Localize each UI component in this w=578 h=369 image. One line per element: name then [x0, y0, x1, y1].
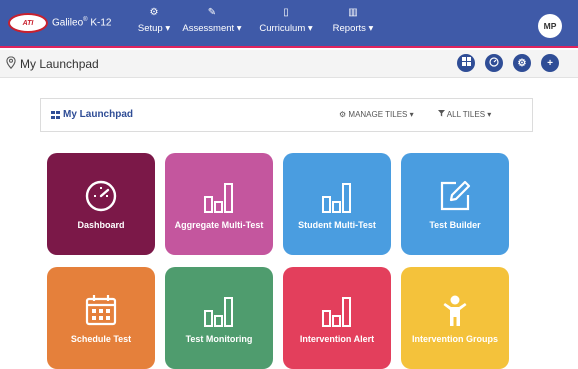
- galileo-logo[interactable]: ATI Galileo® K-12: [8, 11, 111, 35]
- tile-label: Aggregate Multi-Test: [174, 220, 264, 230]
- gear-icon: ⚙: [149, 7, 159, 18]
- nav-curriculum-label: Curriculum ▾: [259, 23, 313, 34]
- person-icon: [401, 293, 509, 327]
- bar-chart-icon: [283, 293, 391, 327]
- tile-label: Intervention Groups: [411, 334, 498, 344]
- app-name: Galileo® K-12: [52, 17, 112, 29]
- tile-label: Test Builder: [429, 220, 481, 230]
- nav-setup[interactable]: ⚙ Setup ▾: [128, 6, 180, 42]
- location-pin-icon: [6, 56, 18, 70]
- dashboard-button[interactable]: [485, 54, 503, 72]
- nav-assessment[interactable]: ✎ Assessment ▾: [180, 6, 244, 42]
- ati-logo-badge: ATI: [8, 13, 48, 33]
- gear-icon: ⚙: [339, 110, 349, 119]
- manage-tiles-label: MANAGE TILES ▾: [348, 110, 414, 119]
- manage-tiles-button[interactable]: ⚙ MANAGE TILES ▾: [339, 110, 414, 119]
- tile-test-builder[interactable]: Test Builder: [401, 153, 509, 255]
- grid-icon: [51, 110, 60, 119]
- grid-view-button[interactable]: [457, 54, 475, 72]
- page-header-bar: My Launchpad ⚙ +: [0, 50, 578, 78]
- nav-setup-label: Setup ▾: [137, 23, 171, 34]
- gear-icon: ⚙: [517, 57, 527, 69]
- tile-label: Intervention Alert: [299, 334, 375, 344]
- nav-reports-label: Reports ▾: [332, 23, 374, 34]
- tile-intervention-groups[interactable]: Intervention Groups: [401, 267, 509, 369]
- speedometer-icon: [47, 179, 155, 213]
- top-navbar: ATI Galileo® K-12 ⚙ Setup ▾ ✎ Assessment…: [0, 0, 578, 48]
- tile-intervention-alert[interactable]: Intervention Alert: [283, 267, 391, 369]
- tile-student-multi-test[interactable]: Student Multi-Test: [283, 153, 391, 255]
- plus-icon: +: [547, 57, 553, 69]
- bar-chart-icon: [283, 179, 391, 213]
- launchpad-panel-header: My Launchpad ⚙ MANAGE TILES ▾ ALL TILES …: [40, 98, 533, 132]
- user-avatar[interactable]: MP: [538, 14, 562, 38]
- filter-icon: [438, 110, 447, 119]
- tile-dashboard[interactable]: Dashboard: [47, 153, 155, 255]
- speedometer-icon: [489, 56, 499, 70]
- nav-reports[interactable]: ▥ Reports ▾: [328, 6, 378, 42]
- bar-chart-icon: [165, 179, 273, 213]
- edit-icon: ✎: [207, 7, 217, 18]
- bar-chart-icon: [165, 293, 273, 327]
- all-tiles-filter[interactable]: ALL TILES ▾: [438, 110, 491, 119]
- tile-schedule-test[interactable]: Schedule Test: [47, 267, 155, 369]
- add-button[interactable]: +: [541, 54, 559, 72]
- book-icon: ▯: [283, 7, 289, 18]
- bar-chart-icon: ▥: [348, 7, 358, 18]
- page-title: My Launchpad: [20, 57, 99, 71]
- grid-icon: [461, 57, 471, 69]
- tile-aggregate-multi-test[interactable]: Aggregate Multi-Test: [165, 153, 273, 255]
- tile-label: Student Multi-Test: [298, 220, 376, 230]
- tile-label: Test Monitoring: [185, 334, 253, 344]
- nav-accent-line: [0, 46, 578, 48]
- settings-button[interactable]: ⚙: [513, 54, 531, 72]
- panel-title: My Launchpad: [51, 109, 133, 120]
- tile-label: Dashboard: [77, 220, 125, 230]
- calendar-icon: [47, 293, 155, 327]
- tile-label: Schedule Test: [70, 334, 132, 344]
- nav-assessment-label: Assessment ▾: [182, 23, 242, 34]
- edit-icon: [401, 179, 509, 213]
- all-tiles-label: ALL TILES ▾: [446, 110, 492, 119]
- nav-curriculum[interactable]: ▯ Curriculum ▾: [256, 6, 316, 42]
- panel-title-label: My Launchpad: [63, 109, 134, 120]
- tile-test-monitoring[interactable]: Test Monitoring: [165, 267, 273, 369]
